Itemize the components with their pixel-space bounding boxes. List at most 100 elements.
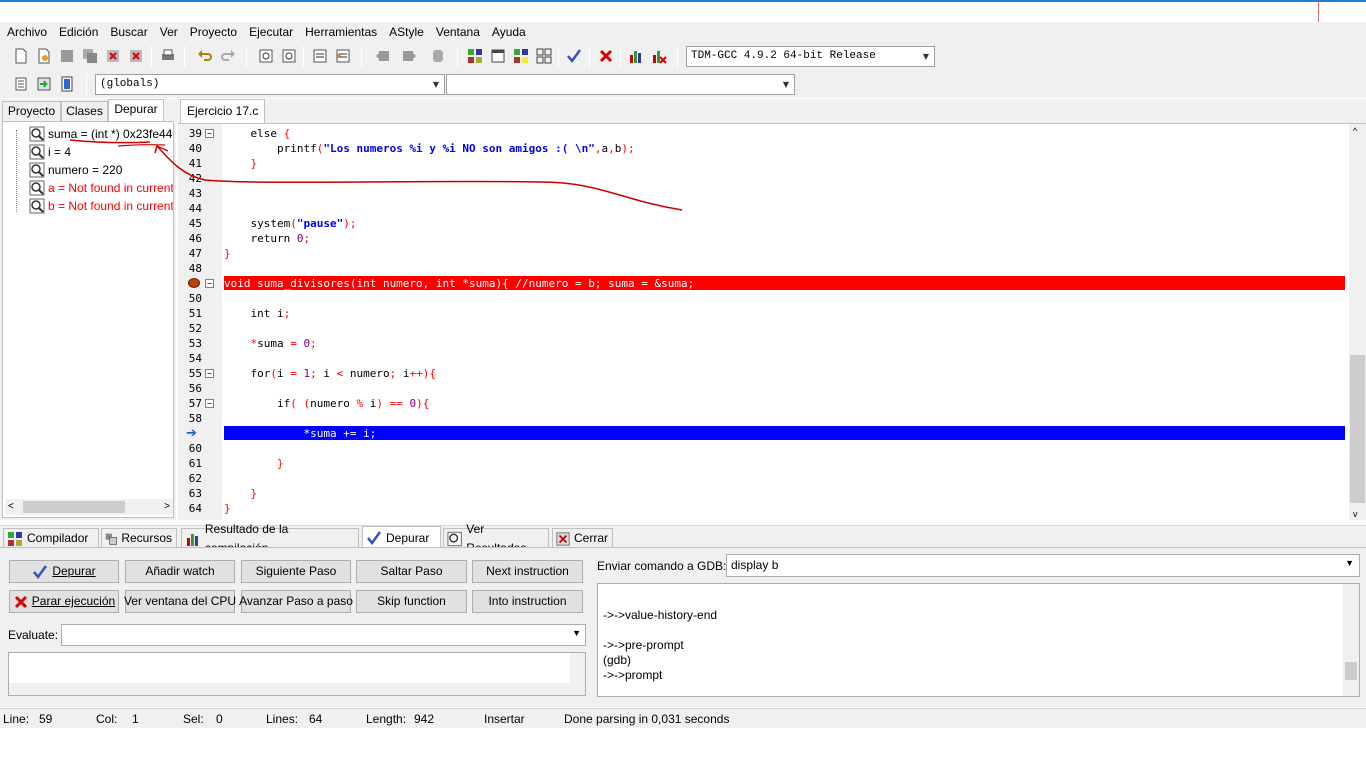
fold-toggle-icon[interactable]: −: [205, 399, 214, 408]
menu-archivo[interactable]: Archivo: [2, 22, 54, 42]
horizontal-scrollbar[interactable]: [9, 683, 571, 695]
menu-ayuda[interactable]: Ayuda: [487, 22, 533, 42]
watch-icon: [29, 180, 45, 196]
stop-execution-icon[interactable]: [595, 45, 617, 67]
vertical-scrollbar[interactable]: [570, 653, 585, 695]
siguiente-paso-button[interactable]: Siguiente Paso: [241, 560, 351, 583]
undo-icon[interactable]: [194, 45, 216, 67]
bookmark-prev-icon[interactable]: [372, 45, 394, 67]
gdb-command-label: Enviar comando a GDB:: [597, 559, 727, 573]
insert-mode: Insertar: [484, 712, 525, 726]
evaluate-result[interactable]: [8, 652, 586, 696]
line-number: 62: [188, 472, 202, 485]
tab-proyecto[interactable]: Proyecto: [2, 101, 61, 121]
anadir-watch-button[interactable]: Añadir watch: [125, 560, 235, 583]
chevron-left-icon[interactable]: <: [8, 499, 14, 515]
status-bar: Line: 59 Col: 1 Sel: 0 Lines: 64 Length:…: [0, 708, 1366, 728]
close-file-icon[interactable]: [102, 45, 124, 67]
menu-herramientas[interactable]: Herramientas: [300, 22, 384, 42]
col-label: Col:: [96, 712, 118, 726]
print-icon[interactable]: [157, 45, 179, 67]
menu-buscar[interactable]: Buscar: [105, 22, 154, 42]
tab-compilador[interactable]: Compilador: [3, 528, 99, 548]
fold-toggle-icon[interactable]: −: [205, 279, 214, 288]
saltar-paso-button[interactable]: Saltar Paso: [356, 560, 467, 583]
next-instruction-button[interactable]: Next instruction: [472, 560, 583, 583]
avanzar-paso-button[interactable]: Avanzar Paso a paso: [239, 590, 353, 613]
tab-ver-resultados[interactable]: Ver Resultados: [443, 522, 549, 555]
line-number: 58: [188, 412, 202, 425]
line-number: 43: [188, 187, 202, 200]
profile-icon[interactable]: [625, 45, 647, 67]
menu-ventana[interactable]: Ventana: [431, 22, 487, 42]
skip-function-button[interactable]: Skip function: [356, 590, 467, 613]
scroll-thumb[interactable]: [1350, 355, 1365, 503]
bar-chart-icon: [186, 533, 198, 546]
goto-icon[interactable]: [33, 73, 55, 95]
tab-depurar-bottom[interactable]: Depurar: [362, 526, 441, 549]
toggle-comment-icon[interactable]: [427, 45, 449, 67]
parar-ejecucion-button[interactable]: Parar ejecución: [9, 590, 119, 613]
insert-icon[interactable]: [10, 73, 32, 95]
bookmark-next-icon[interactable]: [398, 45, 420, 67]
indent-icon[interactable]: [309, 45, 331, 67]
open-file-icon[interactable]: [33, 45, 55, 67]
compiler-select-value: TDM-GCC 4.9.2 64-bit Release: [691, 50, 876, 62]
menu-proyecto[interactable]: Proyecto: [185, 22, 244, 42]
menu-edicion[interactable]: Edición: [54, 22, 105, 42]
tab-cerrar[interactable]: Cerrar: [552, 528, 613, 548]
menu-astyle[interactable]: AStyle: [384, 22, 431, 42]
tab-ejercicio-17[interactable]: Ejercicio 17.c: [180, 99, 266, 123]
chevron-up-icon[interactable]: ^: [1353, 126, 1357, 136]
chevron-right-icon[interactable]: >: [164, 499, 170, 515]
save-icon[interactable]: [56, 45, 78, 67]
class-browser-icon[interactable]: [56, 73, 78, 95]
unindent-icon[interactable]: [332, 45, 354, 67]
editor-vertical-scrollbar[interactable]: ^ v: [1349, 124, 1366, 520]
fold-toggle-icon[interactable]: −: [205, 369, 214, 378]
close-window-button[interactable]: [1318, 2, 1366, 22]
fold-toggle-icon[interactable]: −: [205, 129, 214, 138]
save-all-icon[interactable]: [79, 45, 101, 67]
new-file-icon[interactable]: [10, 45, 32, 67]
chevron-down-icon[interactable]: ▼: [572, 628, 581, 638]
watch-horizontal-scrollbar[interactable]: < >: [5, 499, 173, 515]
tab-recursos[interactable]: Recursos: [101, 528, 177, 548]
redo-icon[interactable]: [217, 45, 239, 67]
scope-select[interactable]: (globals) ▼: [95, 74, 445, 95]
debug-panel: Depurar Añadir watch Siguiente Paso Salt…: [0, 547, 1366, 707]
into-instruction-button[interactable]: Into instruction: [472, 590, 583, 613]
code-editor[interactable]: 39−40414243444546474849−505152535455−565…: [178, 123, 1366, 520]
menu-ver[interactable]: Ver: [155, 22, 185, 42]
compile-run-icon[interactable]: [510, 45, 532, 67]
tab-resultado-compilacion[interactable]: Resultado de la compilación: [181, 522, 359, 555]
depurar-button[interactable]: Depurar: [9, 560, 119, 583]
close-all-icon[interactable]: [125, 45, 147, 67]
replace-icon[interactable]: [278, 45, 300, 67]
scroll-thumb[interactable]: [1345, 662, 1357, 680]
gdb-command-input[interactable]: display b ▼: [726, 554, 1360, 577]
run-icon[interactable]: [487, 45, 509, 67]
watch-icon: [29, 162, 45, 178]
syntax-check-icon[interactable]: [563, 45, 585, 67]
chevron-down-icon[interactable]: v: [1353, 509, 1358, 519]
tab-depurar[interactable]: Depurar: [108, 99, 164, 122]
scroll-thumb[interactable]: [23, 501, 125, 513]
menu-ejecutar[interactable]: Ejecutar: [244, 22, 300, 42]
code-line: printf("Los numeros %i y %i NO son amigo…: [224, 142, 635, 155]
member-select[interactable]: ▼: [446, 74, 795, 95]
lines-value: 64: [309, 712, 323, 726]
rebuild-icon[interactable]: [533, 45, 555, 67]
gdb-output[interactable]: ->->value-history-end ->->pre-prompt (gd…: [597, 583, 1360, 697]
evaluate-input[interactable]: ▼: [61, 624, 586, 646]
breakpoint-icon[interactable]: [188, 278, 200, 288]
compile-icon[interactable]: [464, 45, 486, 67]
compiler-select[interactable]: TDM-GCC 4.9.2 64-bit Release ▼: [686, 46, 935, 67]
find-icon[interactable]: [255, 45, 277, 67]
output-scrollbar[interactable]: [1343, 584, 1359, 696]
line-number: 46: [188, 232, 202, 245]
tab-clases[interactable]: Clases: [61, 101, 108, 121]
ver-cpu-button[interactable]: Ver ventana del CPU: [124, 590, 236, 613]
delete-profile-icon[interactable]: [648, 45, 670, 67]
chevron-down-icon[interactable]: ▼: [1345, 558, 1354, 568]
